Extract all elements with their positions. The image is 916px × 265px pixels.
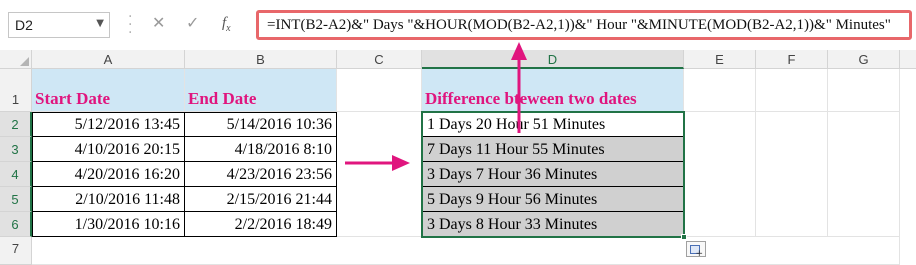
cell-b1[interactable]: End Date <box>185 69 337 112</box>
end-date-header: End Date <box>188 89 257 108</box>
difference-value: 3 Days 8 Hour 33 Minutes <box>427 216 598 233</box>
column-header-b[interactable]: B <box>185 50 337 69</box>
row-header-3[interactable]: 3 <box>0 137 32 162</box>
start-date-header: Start Date <box>35 89 111 108</box>
start-date-value: 4/20/2016 16:20 <box>74 166 180 183</box>
column-header-d[interactable]: D <box>422 50 684 69</box>
column-header-e[interactable]: E <box>684 50 756 69</box>
cell-b6[interactable]: 2/2/2016 18:49 <box>184 211 337 237</box>
cell-a1[interactable]: Start Date <box>32 69 185 112</box>
enter-check-icon[interactable]: ✓ <box>186 13 199 37</box>
chevron-down-icon[interactable]: ▼ <box>96 18 104 29</box>
cell-c1[interactable] <box>337 69 422 112</box>
column-header-g[interactable]: G <box>828 50 900 69</box>
cell-b3[interactable]: 4/18/2016 8:10 <box>184 136 337 162</box>
cell-d3[interactable]: 7 Days 11 Hour 55 Minutes <box>422 136 684 162</box>
difference-value: 3 Days 7 Hour 36 Minutes <box>427 166 598 183</box>
formula-bar: D2 ▼ · · · ✕ ✓ fx =INT(B2-A2)&" Days "&HOU… <box>0 0 916 50</box>
formula-input[interactable]: =INT(B2-A2)&" Days "&HOUR(MOD(B2-A2,1))&… <box>256 10 912 40</box>
cell-a3[interactable]: 4/10/2016 20:15 <box>32 136 185 162</box>
row-header-5[interactable]: 5 <box>0 187 32 212</box>
cell-b5[interactable]: 2/15/2016 21:44 <box>184 186 337 212</box>
select-all-corner[interactable] <box>0 50 32 69</box>
start-date-value: 5/12/2016 13:45 <box>74 116 180 133</box>
difference-value: 1 Days 20 Hour 51 Minutes <box>427 116 606 133</box>
cells-c2-c6[interactable] <box>337 112 422 237</box>
cell-d4[interactable]: 3 Days 7 Hour 36 Minutes <box>422 161 684 187</box>
row-7-cells[interactable] <box>32 237 900 265</box>
row-header-4[interactable]: 4 <box>0 162 32 187</box>
start-date-value: 4/10/2016 20:15 <box>74 141 180 158</box>
row-header-2[interactable]: 2 <box>0 112 32 137</box>
column-header-a[interactable]: A <box>32 50 185 69</box>
difference-value: 7 Days 11 Hour 55 Minutes <box>427 141 605 158</box>
fill-handle[interactable] <box>681 234 687 240</box>
name-box[interactable]: D2 ▼ <box>8 12 110 38</box>
grip-icon: · · · <box>128 9 133 41</box>
cells-g2-g6[interactable] <box>828 112 900 237</box>
cell-e1[interactable] <box>684 69 756 112</box>
cancel-icon[interactable]: ✕ <box>152 13 165 37</box>
start-date-value: 2/10/2016 11:48 <box>75 191 180 208</box>
row-header-1[interactable]: 1 <box>0 69 32 112</box>
column-header-f[interactable]: F <box>756 50 828 69</box>
end-date-value: 4/23/2016 23:56 <box>226 166 332 183</box>
column-header-c[interactable]: C <box>337 50 422 69</box>
end-date-value: 2/15/2016 21:44 <box>226 191 332 208</box>
cell-a2[interactable]: 5/12/2016 13:45 <box>32 112 185 137</box>
end-date-value: 5/14/2016 10:36 <box>226 116 332 133</box>
end-date-value: 2/2/2016 18:49 <box>234 216 332 233</box>
cell-d1[interactable]: Difference bteween two dates <box>422 69 684 112</box>
insert-function-icon[interactable]: fx <box>222 15 231 39</box>
cells-e2-e6[interactable] <box>684 112 756 237</box>
auto-fill-options-icon[interactable] <box>686 241 706 259</box>
cell-g1[interactable] <box>828 69 900 112</box>
cell-a5[interactable]: 2/10/2016 11:48 <box>32 186 185 212</box>
end-date-value: 4/18/2016 8:10 <box>234 141 332 158</box>
cell-a4[interactable]: 4/20/2016 16:20 <box>32 161 185 187</box>
cell-b2[interactable]: 5/14/2016 10:36 <box>184 112 337 137</box>
spreadsheet-grid: A B C D E F G 1 2 3 4 5 6 7 Start Date E… <box>0 50 916 265</box>
difference-value: 5 Days 9 Hour 56 Minutes <box>427 191 598 208</box>
cell-d6[interactable]: 3 Days 8 Hour 33 Minutes <box>422 211 684 237</box>
cell-b4[interactable]: 4/23/2016 23:56 <box>184 161 337 187</box>
start-date-value: 1/30/2016 10:16 <box>74 216 180 233</box>
row-header-7[interactable]: 7 <box>0 237 32 265</box>
difference-header: Difference bteween two dates <box>425 89 637 108</box>
row-header-6[interactable]: 6 <box>0 212 32 237</box>
cell-d2[interactable]: 1 Days 20 Hour 51 Minutes <box>422 112 684 137</box>
cells-f2-f6[interactable] <box>756 112 828 237</box>
cell-f1[interactable] <box>756 69 828 112</box>
formula-text: =INT(B2-A2)&" Days "&HOUR(MOD(B2-A2,1))&… <box>267 17 891 33</box>
name-box-value: D2 <box>15 17 33 33</box>
cell-a6[interactable]: 1/30/2016 10:16 <box>32 211 185 237</box>
column-header-partial[interactable] <box>900 50 916 69</box>
cell-d5[interactable]: 5 Days 9 Hour 56 Minutes <box>422 186 684 212</box>
